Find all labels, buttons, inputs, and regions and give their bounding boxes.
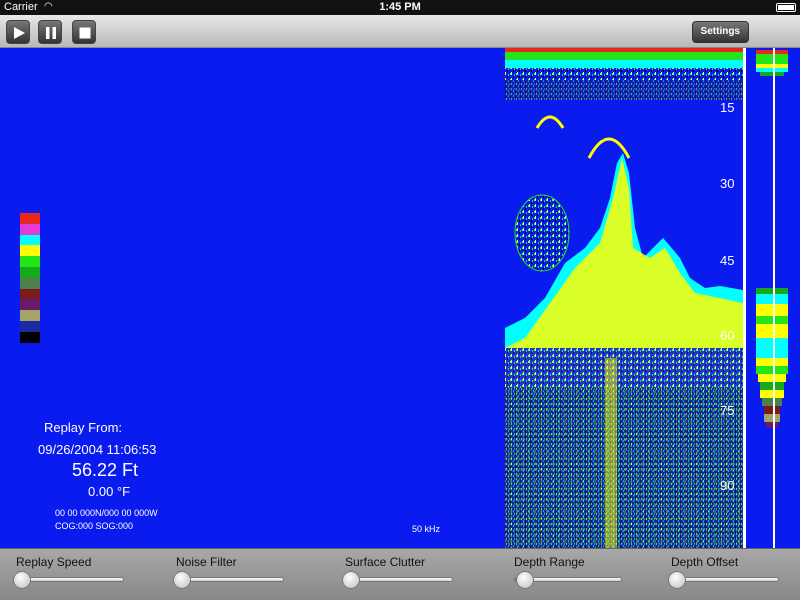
- depth-offset-slider[interactable]: [668, 571, 779, 589]
- toolbar: Settings: [0, 15, 800, 48]
- slider-label: Noise Filter: [176, 555, 237, 569]
- depth-tick-label: 75: [720, 403, 735, 418]
- slider-label: Depth Range: [514, 555, 585, 569]
- battery-icon: [776, 3, 796, 12]
- slider-thumb[interactable]: [342, 571, 360, 589]
- color-swatch: [20, 288, 40, 300]
- color-swatch: [20, 299, 40, 311]
- status-time: 1:45 PM: [379, 1, 421, 13]
- color-scale-legend: [20, 213, 40, 343]
- replay-label: Replay From:: [44, 420, 123, 435]
- frequency-readout: 50 kHz: [412, 524, 441, 534]
- position-readout: 00 00 000N/000 00 000W: [55, 508, 158, 518]
- slider-label: Surface Clutter: [345, 555, 426, 569]
- play-icon: [14, 27, 25, 39]
- echogram-divider: [743, 48, 746, 548]
- depth-tick-label: 15: [720, 100, 735, 115]
- stop-icon: [79, 27, 91, 39]
- temperature-readout: 0.00 °F: [88, 484, 131, 499]
- status-bar: Carrier ◠ 1:45 PM: [0, 0, 800, 15]
- zoom-strip-line: [773, 48, 775, 548]
- stop-button[interactable]: [72, 20, 96, 44]
- echogram: [505, 48, 743, 548]
- depth-tick-label: 45: [720, 253, 735, 268]
- zoom-strip[interactable]: [752, 48, 792, 548]
- depth-tick-label: 60: [720, 328, 735, 343]
- depth-range-slider[interactable]: [514, 571, 622, 589]
- slider-label: Replay Speed: [16, 555, 92, 569]
- depth-range-control: Depth Range: [514, 555, 585, 569]
- surface-clutter-slider[interactable]: [342, 571, 453, 589]
- depth-offset-control: Depth Offset: [671, 555, 738, 569]
- color-swatch: [20, 256, 40, 267]
- depth-tick-label: 30: [720, 176, 735, 191]
- depth-readout: 56.22 Ft: [72, 460, 139, 480]
- slider-label: Depth Offset: [671, 555, 739, 569]
- play-button[interactable]: [6, 20, 30, 44]
- settings-button[interactable]: Settings: [691, 21, 749, 43]
- noise-filter-slider[interactable]: [173, 571, 284, 589]
- color-swatch: [20, 331, 40, 343]
- slider-thumb[interactable]: [668, 571, 686, 589]
- surface-clutter-control: Surface Clutter: [345, 555, 425, 569]
- replay-speed-control: Replay Speed: [16, 555, 91, 569]
- color-swatch: [20, 213, 40, 224]
- color-swatch: [20, 277, 40, 289]
- color-swatch: [20, 310, 40, 321]
- noise-filter-control: Noise Filter: [176, 555, 237, 569]
- pause-button[interactable]: [38, 20, 62, 44]
- replay-datetime: 09/26/2004 11:06:53: [38, 442, 157, 457]
- pause-icon: [46, 27, 56, 39]
- color-swatch: [20, 234, 40, 246]
- depth-tick-label: 90: [720, 478, 735, 493]
- sonar-display: Replay From: 09/26/2004 11:06:53 56.22 F…: [0, 48, 800, 548]
- color-swatch: [20, 245, 40, 257]
- color-swatch: [20, 266, 40, 278]
- color-swatch: [20, 223, 40, 235]
- replay-speed-slider[interactable]: [13, 571, 124, 589]
- slider-thumb[interactable]: [515, 571, 534, 589]
- cog-sog-readout: COG:000 SOG:000: [55, 521, 134, 531]
- slider-thumb[interactable]: [173, 571, 191, 589]
- color-swatch: [20, 320, 40, 332]
- controls-bar: Replay Speed Noise Filter Surface Clutte…: [0, 548, 800, 600]
- slider-thumb[interactable]: [13, 571, 31, 589]
